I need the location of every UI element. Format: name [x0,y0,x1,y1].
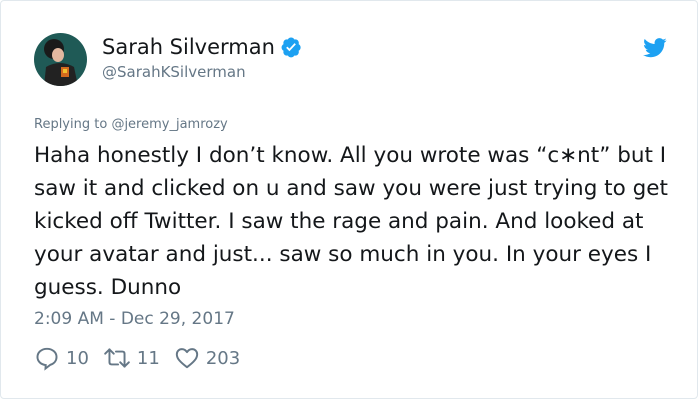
heart-icon [174,345,200,371]
verified-badge-icon [280,36,302,58]
tweet-timestamp[interactable]: 2:09 AM - Dec 29, 2017 [34,309,235,329]
twitter-bird-icon[interactable] [643,37,667,61]
author-name[interactable]: Sarah Silverman [102,35,275,59]
reply-button[interactable]: 10 [34,345,89,371]
tweet-text: Haha honestly I don’t know. All you wrot… [34,143,668,300]
author-handle[interactable]: @SarahKSilverman [102,63,246,81]
retweet-button[interactable]: 11 [103,345,160,371]
like-count: 203 [205,347,241,369]
action-bar: 10 11 203 [34,345,254,371]
reply-icon [34,345,60,371]
reply-to-link[interactable]: @jeremy_jamrozy [111,117,227,132]
retweet-icon [103,345,131,371]
tweet-card: Sarah Silverman @SarahKSilverman Replyin… [0,0,698,399]
avatar[interactable] [34,33,87,86]
retweet-count: 11 [136,347,160,369]
author-row: Sarah Silverman [102,35,302,59]
like-button[interactable]: 203 [174,345,240,371]
reply-prefix: Replying to [34,117,112,132]
reply-context: Replying to @jeremy_jamrozy [34,117,228,132]
reply-count: 10 [66,347,89,369]
